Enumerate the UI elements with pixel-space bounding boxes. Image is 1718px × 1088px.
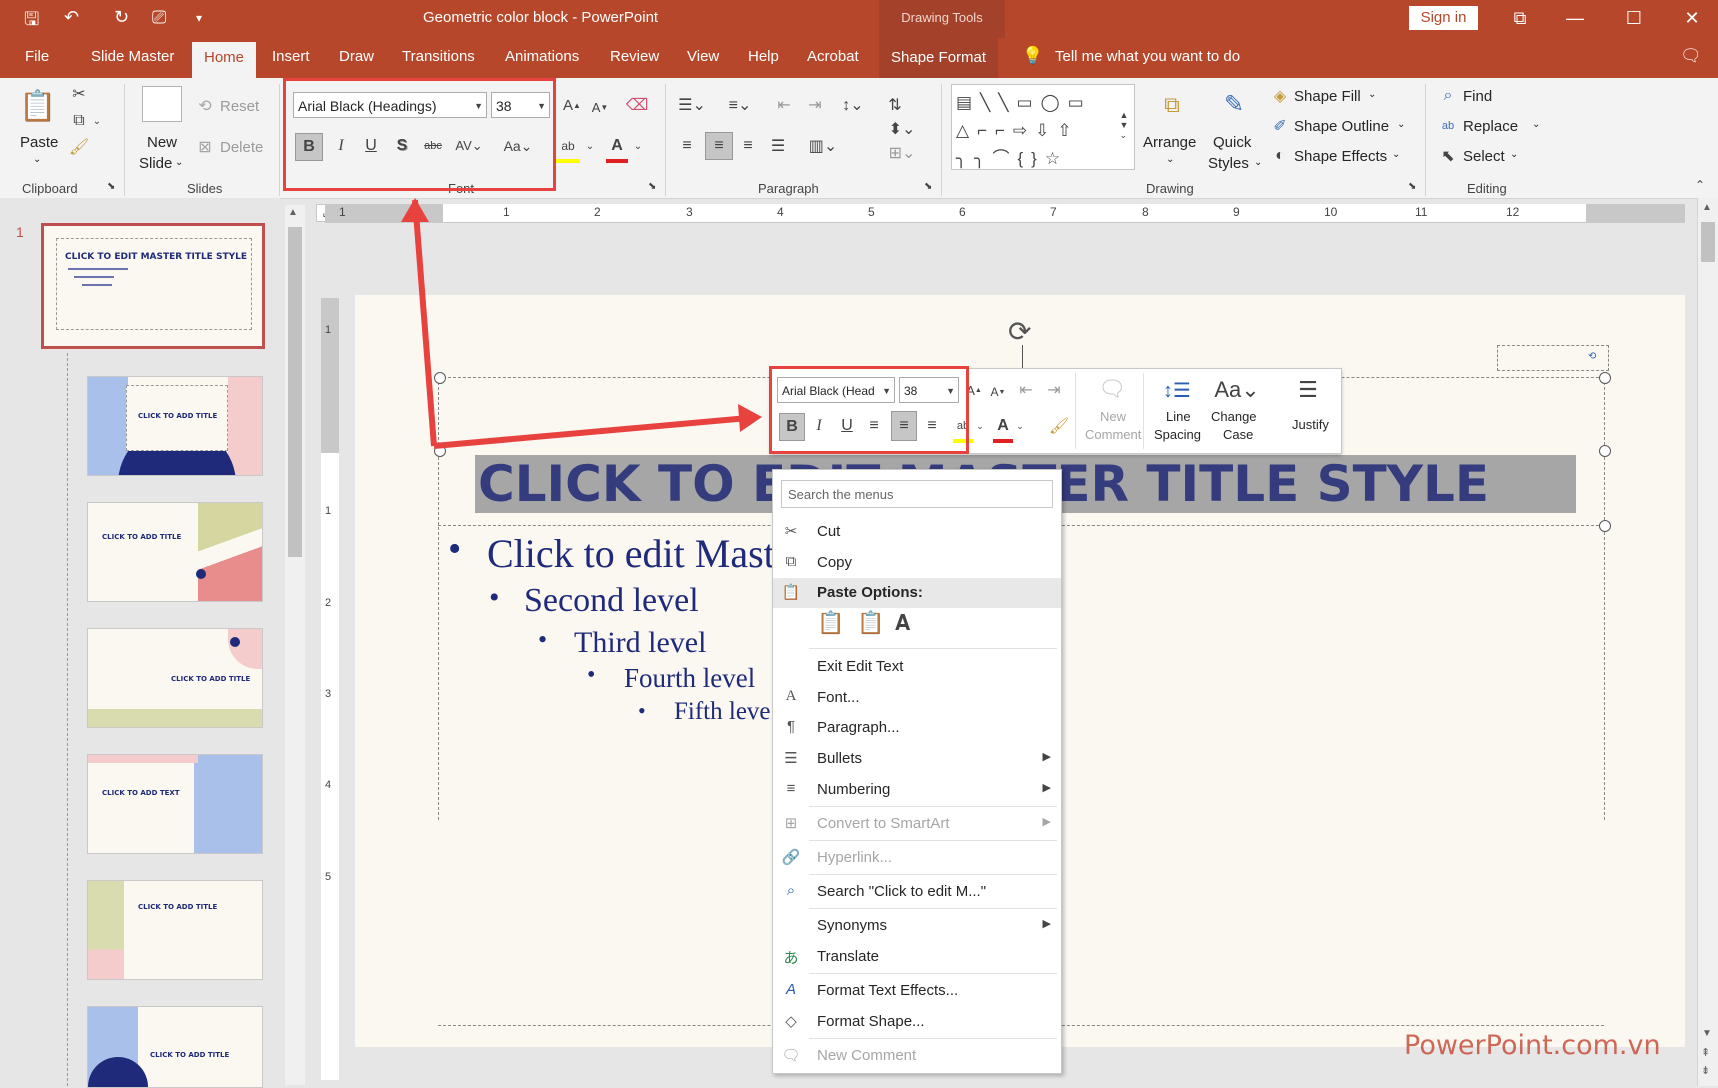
slide-scrollbar[interactable]: ▲ ▼ ⇞ ⇟ <box>1697 198 1718 1086</box>
arrowhead-up <box>401 198 429 222</box>
arrow-to-ribbon-font <box>412 199 437 447</box>
annotation-arrows <box>401 198 762 449</box>
arrowhead-right <box>738 404 762 432</box>
scroll-down-icon[interactable]: ▼ <box>1702 1028 1712 1039</box>
next-slide-icon[interactable]: ⇟ <box>1701 1064 1710 1077</box>
scroll-up-icon[interactable]: ▲ <box>1702 202 1712 213</box>
arrow-to-mini-toolbar <box>433 415 749 449</box>
scroll-thumb[interactable] <box>1701 222 1715 262</box>
previous-slide-icon[interactable]: ⇞ <box>1701 1046 1710 1059</box>
watermark-logo: PowerPoint.com.vn <box>1404 1030 1661 1061</box>
